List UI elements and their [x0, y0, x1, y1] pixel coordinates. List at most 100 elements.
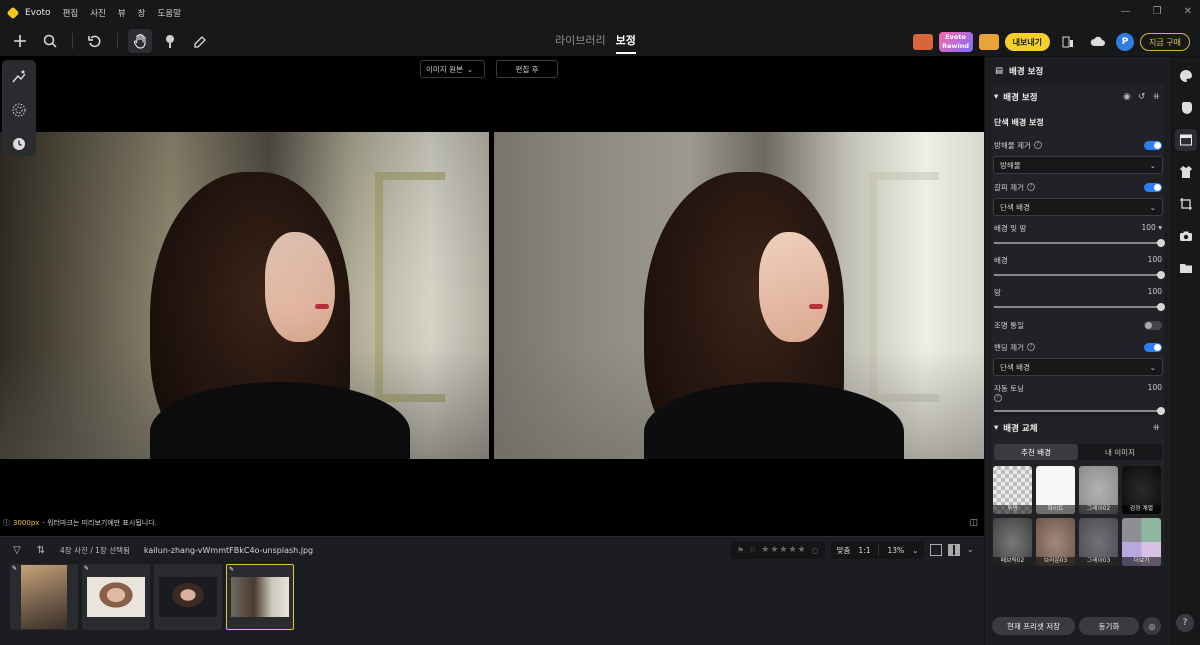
chevron-down-icon[interactable]: ⌄	[912, 546, 918, 555]
face-icon[interactable]	[1175, 97, 1197, 119]
edit-wand-icon[interactable]: ⧺	[1152, 92, 1160, 102]
eraser-icon[interactable]	[188, 29, 212, 53]
reset-icon[interactable]: ↺	[1138, 92, 1146, 102]
bg-tile-gray02[interactable]: 그레이02	[1079, 466, 1118, 514]
gift-box-icon[interactable]	[912, 34, 933, 50]
tab-library[interactable]: 라이브러리	[555, 32, 606, 54]
zoom-fit-button[interactable]: 맞춤	[837, 545, 851, 556]
undo-icon[interactable]	[83, 29, 107, 53]
device-sync-icon[interactable]	[1056, 30, 1080, 54]
menu-edit[interactable]: 편집	[63, 7, 79, 19]
wrinkles-select[interactable]: 단색 배경 ⌄	[993, 198, 1163, 216]
bg-and-floor-slider[interactable]: 배경 및 땅 100 ▾	[992, 218, 1165, 250]
feature-rail	[1172, 57, 1200, 645]
section-title[interactable]: ▾ 배경 교체 ⧺	[992, 416, 1164, 440]
auto-tone-slider[interactable]: 자동 토닝? 100	[992, 378, 1165, 415]
compare-view-icon[interactable]: ◫	[969, 518, 978, 528]
bg-tile-white[interactable]: 화이트	[1036, 466, 1075, 514]
background-adjust-icon[interactable]	[1175, 129, 1197, 151]
bg-tile-fabric02[interactable]: 페브릭02	[993, 518, 1032, 566]
slider-knob[interactable]	[1157, 239, 1165, 247]
maximize-icon[interactable]: ❐	[1153, 6, 1162, 17]
thumbnail-selected[interactable]: ✎	[226, 564, 294, 630]
remove-wrinkles-toggle[interactable]	[1144, 182, 1162, 192]
hand-tool-icon[interactable]	[128, 29, 152, 53]
bg-tile-black[interactable]: 검정 계열	[1122, 466, 1161, 514]
banding-select[interactable]: 단색 배경 ⌄	[993, 358, 1163, 376]
remove-banding-toggle[interactable]	[1144, 342, 1162, 352]
clothing-icon[interactable]	[1175, 161, 1197, 183]
chevron-down-icon[interactable]: ⌄	[966, 545, 974, 555]
collapse-triangle-icon[interactable]: ▾	[994, 423, 998, 433]
collapse-triangle-icon[interactable]: ▾	[994, 92, 998, 102]
star-rating[interactable]: ★★★★★	[761, 545, 806, 555]
flag-icon[interactable]: ⚑	[737, 546, 744, 555]
auto-tone-value: 100	[1147, 383, 1162, 392]
sort-icon[interactable]: ⇅	[34, 545, 48, 556]
obstacles-select[interactable]: 방해물 ⌄	[993, 156, 1163, 174]
radial-filter-icon[interactable]	[7, 98, 31, 122]
light-unify-toggle[interactable]	[1144, 320, 1162, 330]
avatar[interactable]: P	[1116, 33, 1135, 51]
search-icon[interactable]	[38, 29, 62, 53]
thumbnail[interactable]: ✎	[10, 564, 78, 630]
compare-mode-select[interactable]: 이미지 원본 ⌄	[420, 60, 485, 78]
menu-photo[interactable]: 사진	[90, 7, 106, 19]
help-icon[interactable]: ?	[994, 394, 1002, 402]
sync-options-icon[interactable]: ◎	[1143, 617, 1161, 635]
section-title[interactable]: ▾ 배경 보정 ◉ ↺ ⧺	[992, 85, 1164, 109]
sync-button[interactable]: 동기화	[1079, 617, 1139, 635]
bg-tile-label: 투명	[993, 505, 1032, 514]
menu-view[interactable]: 뷰	[118, 7, 126, 19]
bg-tile-more[interactable]: 더보기	[1122, 518, 1161, 566]
expand-triangle-icon[interactable]: ▾	[1158, 223, 1162, 232]
single-view-icon[interactable]	[930, 544, 943, 556]
reject-flag-icon[interactable]: ⚐	[749, 546, 756, 555]
menu-help[interactable]: 도움말	[158, 7, 181, 19]
floor-slider[interactable]: 땅 100	[992, 282, 1165, 314]
edited-icon: ✎	[229, 566, 235, 573]
tab-recommended-backgrounds[interactable]: 추천 배경	[994, 444, 1078, 460]
remove-obstacles-toggle[interactable]	[1144, 140, 1162, 150]
promo-ticket-icon[interactable]	[978, 34, 999, 50]
export-button[interactable]: 내보내기	[1004, 33, 1051, 51]
folder-settings-icon[interactable]	[1175, 257, 1197, 279]
image-canvas[interactable]: 이미지 원본 ⌄ 편집 후 ⓘ 3000px - 워터마크는 미리보기에만 표시…	[0, 56, 984, 536]
retouch-brush-icon[interactable]	[158, 29, 182, 53]
menu-window[interactable]: 창	[138, 7, 146, 19]
color-label-icon[interactable]: ○	[812, 546, 819, 555]
tab-edit[interactable]: 보정	[615, 32, 636, 54]
slider-knob[interactable]	[1157, 303, 1165, 311]
portrait-edit-icon[interactable]	[7, 64, 31, 88]
bg-tile-gray03[interactable]: 그레이03	[1079, 518, 1118, 566]
camera-icon[interactable]	[1175, 225, 1197, 247]
help-icon[interactable]: ?	[1026, 343, 1035, 351]
zoom-percent-select[interactable]: 13%	[887, 546, 904, 555]
evoto-rewind-badge[interactable]: Evoto Rewind	[938, 32, 973, 52]
history-icon[interactable]	[7, 132, 31, 156]
thumbnail[interactable]	[154, 564, 222, 630]
background-slider[interactable]: 배경 100	[992, 250, 1165, 282]
tab-my-images[interactable]: 내 이미지	[1078, 444, 1162, 460]
help-icon[interactable]: ?	[1033, 141, 1042, 149]
cloud-icon[interactable]	[1086, 30, 1110, 54]
buy-now-button[interactable]: 지금 구매	[1140, 33, 1190, 51]
visibility-eye-icon[interactable]: ◉	[1123, 92, 1131, 102]
compare-view-toggle-icon[interactable]	[948, 544, 961, 556]
slider-knob[interactable]	[1157, 407, 1165, 415]
zoom-1to1-button[interactable]: 1:1	[858, 546, 870, 555]
bg-tile-brown03[interactable]: 브라운03	[1036, 518, 1075, 566]
minimize-icon[interactable]: —	[1121, 6, 1131, 17]
bg-tile-transparent[interactable]: 투명	[993, 466, 1032, 514]
crop-icon[interactable]	[1175, 193, 1197, 215]
save-preset-button[interactable]: 현재 프리셋 저장	[992, 617, 1075, 635]
thumbnail[interactable]: ✎	[82, 564, 150, 630]
edit-wand-icon[interactable]: ⧺	[1152, 423, 1160, 433]
add-icon[interactable]	[8, 29, 32, 53]
help-button[interactable]: ?	[1176, 614, 1194, 632]
help-icon[interactable]: ?	[1026, 183, 1035, 191]
filter-icon[interactable]: ▽	[10, 545, 24, 556]
palette-icon[interactable]	[1175, 65, 1197, 87]
close-icon[interactable]: ✕	[1184, 6, 1192, 17]
slider-knob[interactable]	[1157, 271, 1165, 279]
